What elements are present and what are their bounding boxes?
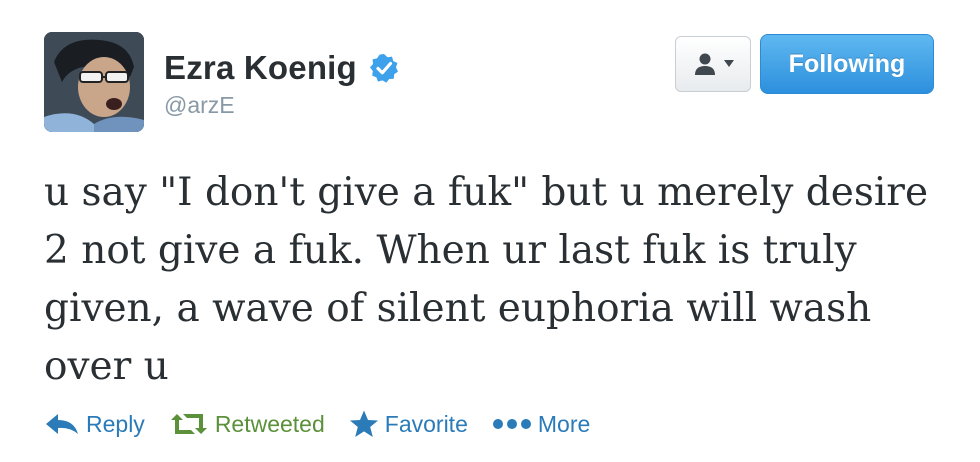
retweet-icon: [169, 411, 209, 437]
following-button[interactable]: Following: [760, 34, 934, 94]
tweet-card: Ezra Koenig @arzE Following u say "I don…: [0, 0, 980, 462]
author-name-row: Ezra Koenig: [164, 44, 399, 92]
avatar-image: [44, 32, 144, 132]
more-label: More: [537, 410, 591, 437]
user-actions-dropdown-button[interactable]: [675, 36, 751, 92]
star-icon: [349, 409, 379, 439]
author-handle[interactable]: @arzE: [164, 92, 235, 119]
tweet-text: u say "I don't give a fuk" but u merely …: [44, 170, 929, 389]
retweeted-label: Retweeted: [214, 410, 325, 437]
reply-action[interactable]: Reply: [44, 411, 145, 438]
verified-badge-icon: [369, 54, 398, 83]
reply-icon: [44, 412, 80, 436]
person-icon: [695, 53, 715, 75]
avatar[interactable]: [44, 32, 144, 132]
caret-down-icon: [724, 60, 734, 67]
retweet-action[interactable]: Retweeted: [169, 411, 325, 438]
reply-label: Reply: [86, 410, 145, 437]
favorite-action[interactable]: Favorite: [349, 409, 468, 439]
more-action[interactable]: More: [492, 411, 590, 438]
more-dots-icon: [492, 418, 532, 430]
favorite-label: Favorite: [384, 410, 468, 437]
author-name[interactable]: Ezra Koenig: [164, 49, 357, 87]
tweet-actions: Reply Retweeted Favorite More: [44, 404, 614, 444]
